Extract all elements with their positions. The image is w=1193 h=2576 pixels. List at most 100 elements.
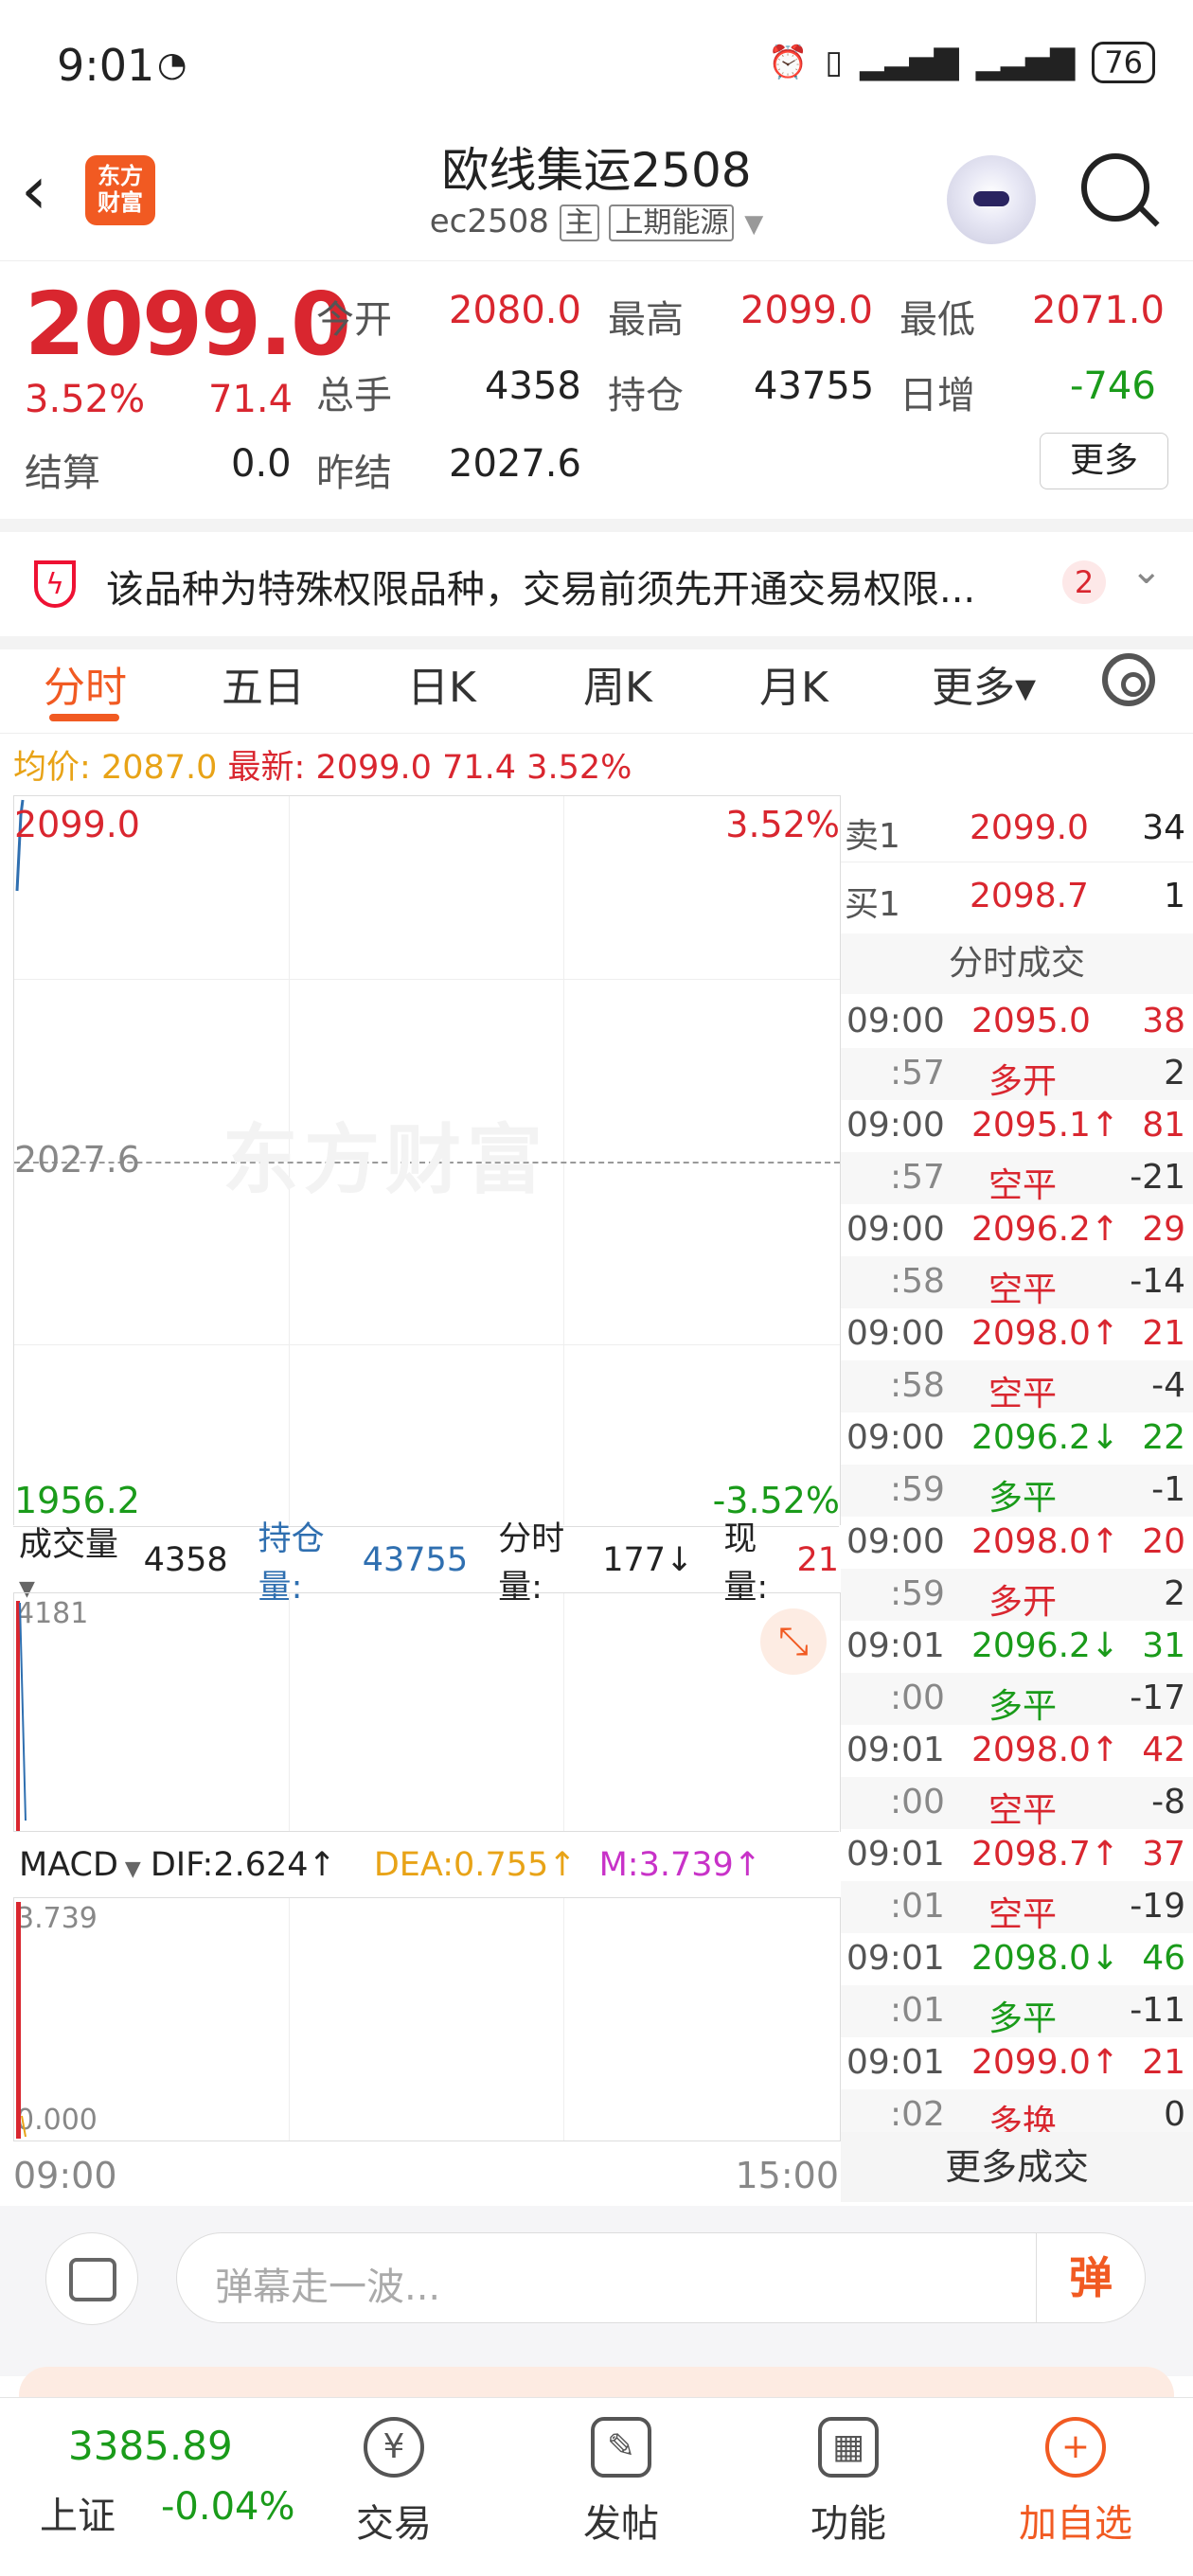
bid-label: 买1 [845, 885, 900, 924]
daily-inc-label: 日增 [899, 374, 975, 417]
notice-badge: 2 [1062, 560, 1106, 604]
trade-kind: 空平 [988, 1375, 1058, 1413]
nav-trade[interactable]: ¥ 交易 [318, 2417, 470, 2548]
grid-line [563, 796, 564, 1525]
trade-detail-row: :01 多平 -11 [841, 1985, 1193, 2038]
vibrate-icon: ▯ [825, 44, 844, 81]
trade-price: 2098.0↑ [971, 1314, 1120, 1353]
trade-time: 09:00 [846, 1106, 945, 1145]
trade-delta: -11 [1130, 1991, 1185, 2030]
send-comment-button[interactable]: 弹 [1036, 2233, 1145, 2322]
trade-volume: 29 [1142, 1210, 1185, 1249]
volume-chart[interactable]: 4181 ⤡ [13, 1592, 841, 1832]
trade-seconds: :57 [890, 1054, 945, 1093]
tab-weekly-k[interactable]: 周K [583, 653, 652, 714]
grid-icon: ▦ [818, 2417, 879, 2478]
volume-label: 成交量 [19, 1525, 119, 1564]
tab-five-day[interactable]: 五日 [222, 653, 305, 714]
last-change: 71.4 [442, 749, 517, 787]
trade-volume: 37 [1142, 1835, 1185, 1874]
notice-text: 该品种为特殊权限品种，交易前须先开通交易权限... [106, 568, 976, 612]
trade-price: 2098.0↑ [971, 1731, 1120, 1769]
tab-more[interactable]: 更多▾ [932, 653, 1036, 714]
macd-selector[interactable]: MACD ▼ [13, 1846, 147, 1884]
trade-icon: ¥ [364, 2417, 424, 2478]
trade-kind: 空平 [988, 1166, 1058, 1205]
trade-row: 09:01 2096.2↓ 31 [841, 1621, 1193, 1673]
chart-mid-label: 2027.6 [14, 1139, 140, 1181]
search-icon[interactable] [1081, 153, 1149, 222]
macd-label: MACD [19, 1846, 118, 1884]
trade-time: 09:01 [846, 2043, 945, 2082]
volume-selector[interactable]: 成交量 ▼ [13, 1518, 140, 1604]
bid-row: 买1 2098.7 1 [841, 863, 1193, 930]
permission-notice[interactable]: ϟ 该品种为特殊权限品种，交易前须先开通交易权限... 2 ⌄ [0, 519, 1193, 649]
trade-volume: 38 [1142, 1002, 1185, 1040]
trade-seconds: :01 [890, 1991, 945, 2030]
trade-price: 2098.0↑ [971, 1522, 1120, 1561]
open-value: 2080.0 [449, 289, 581, 332]
time-start: 09:00 [13, 2155, 117, 2196]
dropdown-icon[interactable]: ▼ [744, 210, 763, 239]
trade-delta: -21 [1130, 1158, 1185, 1197]
more-button[interactable]: 更多 [1040, 433, 1168, 489]
trade-seconds: :58 [890, 1262, 945, 1301]
change-value: 71.4 [208, 378, 294, 421]
trade-delta: -4 [1151, 1366, 1185, 1405]
expand-icon[interactable]: ⤡ [760, 1608, 827, 1675]
trade-detail-row: :59 多平 -1 [841, 1465, 1193, 1518]
trade-seconds: :01 [890, 1887, 945, 1926]
more-trades-button[interactable]: 更多成交 [841, 2132, 1193, 2202]
tab-monthly-k[interactable]: 月K [759, 653, 828, 714]
trade-volume: 31 [1142, 1626, 1185, 1665]
trade-row: 09:01 2099.0↑ 21 [841, 2037, 1193, 2089]
signal-icon-2: ▂▃▅▇ [975, 44, 1076, 81]
avg-label: 均价: [13, 749, 91, 787]
grid-line [289, 1593, 290, 1832]
chevron-down-icon[interactable]: ⌄ [1131, 549, 1163, 593]
trade-seconds: :02 [890, 2095, 945, 2134]
trade-detail-row: :57 空平 -21 [841, 1152, 1193, 1205]
trade-detail-row: :00 多平 -17 [841, 1673, 1193, 1726]
trade-row: 09:00 2095.1↑ 81 [841, 1100, 1193, 1152]
open-label: 今开 [316, 298, 392, 342]
gear-icon[interactable] [1102, 653, 1155, 706]
index-name[interactable]: 上证 [40, 2485, 116, 2540]
trade-time: 09:01 [846, 1626, 945, 1665]
main-tag: 主 [559, 204, 599, 241]
comment-input[interactable]: 弹幕走一波... 弹 [176, 2232, 1146, 2323]
signal-icon: ▂▃▅▇ [860, 44, 959, 81]
trade-kind: 多平 [988, 1999, 1058, 2038]
bid-price: 2098.7 [970, 877, 1089, 915]
robot-assistant-icon[interactable] [947, 155, 1036, 244]
trade-time: 09:01 [846, 1835, 945, 1874]
trade-detail-row: :57 多开 2 [841, 1048, 1193, 1101]
macd-chart[interactable]: 3.739 0.000 [13, 1897, 841, 2141]
trade-time: 09:00 [846, 1210, 945, 1249]
oi-label: 持仓 [608, 374, 684, 417]
trade-time: 09:00 [846, 1418, 945, 1457]
plus-icon: + [1045, 2417, 1106, 2478]
index-change[interactable]: -0.04% [161, 2485, 295, 2529]
alarm-icon: ⏰ [768, 44, 809, 81]
intraday-chart[interactable]: 东方财富 2099.0 3.52% 2027.6 1956.2 -3.52% [13, 795, 841, 1525]
trade-kind: 多平 [988, 1479, 1058, 1518]
macd-m: M:3.739↑ [598, 1846, 762, 1884]
nav-post[interactable]: ✎ 发帖 [545, 2417, 697, 2548]
nav-functions[interactable]: ▦ 功能 [773, 2417, 924, 2548]
trade-delta: -19 [1130, 1887, 1185, 1926]
grid-line [14, 1344, 840, 1345]
tab-daily-k[interactable]: 日K [407, 653, 476, 714]
exchange-tag: 上期能源 [609, 204, 735, 241]
volume-header: 成交量 ▼ 4358 持仓量: 43755 分时量: 177↓ 现量: 21 [13, 1520, 839, 1607]
trade-price: 2095.1↑ [971, 1106, 1120, 1145]
tab-intraday[interactable]: 分时 [44, 653, 127, 714]
nav-add-watchlist[interactable]: + 加自选 [1000, 2417, 1151, 2548]
comment-settings-icon[interactable] [45, 2232, 138, 2325]
trade-time: 09:01 [846, 1939, 945, 1978]
index-value[interactable]: 3385.89 [68, 2423, 233, 2469]
trade-delta: -1 [1151, 1470, 1185, 1509]
trade-seconds: :59 [890, 1574, 945, 1613]
quote-panel: 2099.0 3.52% 71.4 结算 0.0 今开 2080.0 最高 20… [0, 262, 1193, 518]
status-icons: ⏰ ▯ ▂▃▅▇ ▂▃▅▇ 76 [768, 42, 1155, 83]
